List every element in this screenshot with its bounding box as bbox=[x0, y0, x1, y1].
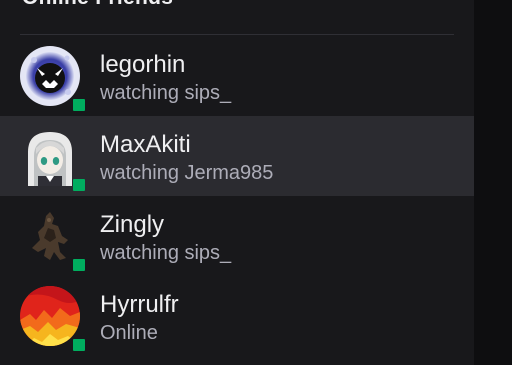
monster-face-avatar-icon bbox=[20, 46, 80, 106]
section-divider bbox=[20, 34, 454, 35]
anime-girl-avatar-icon bbox=[20, 126, 80, 186]
friend-name: Hyrrulfr bbox=[100, 291, 179, 318]
fire-avatar-icon bbox=[20, 286, 80, 346]
friend-name: Zingly bbox=[100, 211, 165, 238]
friend-activity: watching sips_ bbox=[100, 242, 232, 264]
friend-name: MaxAkiti bbox=[100, 131, 191, 158]
friend-item-hyrrulfr[interactable]: Hyrrulfr Online bbox=[0, 276, 474, 356]
avatar bbox=[20, 206, 80, 266]
online-status-indicator bbox=[73, 339, 85, 351]
avatar bbox=[20, 286, 80, 346]
friend-activity: watching Jerma985 bbox=[100, 162, 274, 184]
friend-item-zingly[interactable]: Zingly watching sips_ bbox=[0, 196, 474, 276]
friend-item-maxakiti[interactable]: MaxAkiti watching Jerma985 bbox=[0, 116, 474, 196]
dark-creature-avatar-icon bbox=[20, 206, 80, 266]
online-status-indicator bbox=[73, 259, 85, 271]
right-edge-panel bbox=[474, 0, 512, 365]
avatar bbox=[20, 46, 80, 106]
section-title: Online Friends bbox=[22, 0, 173, 10]
online-friends-panel: Online Friends bbox=[0, 0, 474, 365]
friend-activity: watching sips_ bbox=[100, 82, 232, 104]
friend-name: legorhin bbox=[100, 51, 186, 78]
friend-activity: Online bbox=[100, 322, 158, 344]
friend-item-legorhin[interactable]: legorhin watching sips_ bbox=[0, 36, 474, 116]
online-status-indicator bbox=[73, 179, 85, 191]
avatar bbox=[20, 126, 80, 186]
online-status-indicator bbox=[73, 99, 85, 111]
